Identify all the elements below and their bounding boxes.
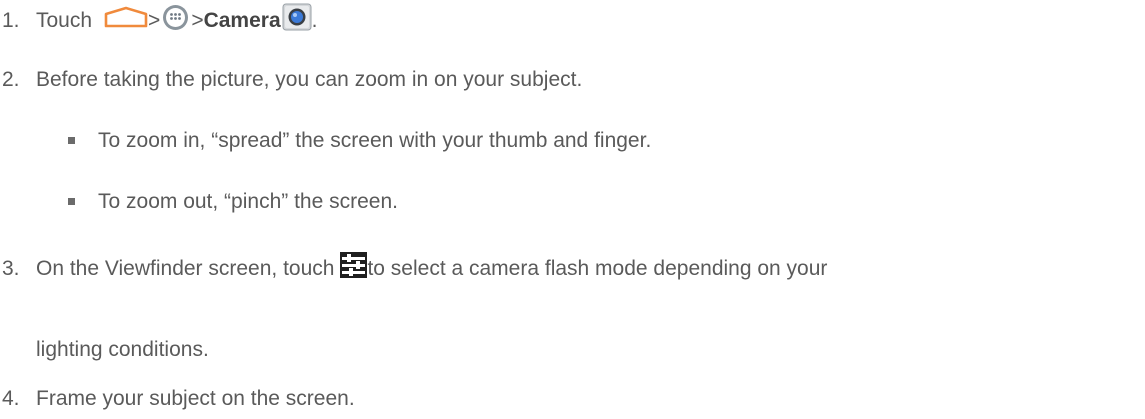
step-text: Frame your subject on the screen. bbox=[36, 387, 355, 410]
step-4: 4. Frame your subject on the screen. bbox=[0, 386, 355, 411]
step-number: 2. bbox=[2, 68, 20, 91]
bullet-item: To zoom out, “pinch” the screen. bbox=[68, 189, 398, 214]
camera-label: Camera bbox=[203, 8, 281, 32]
step-text: On the Viewfinder screen, touch bbox=[36, 256, 335, 280]
step-3-line-2: lighting conditions. bbox=[36, 338, 209, 361]
step-text: Before taking the picture, you can zoom … bbox=[36, 68, 583, 91]
camera-app-icon bbox=[282, 3, 312, 37]
bullet-marker bbox=[68, 198, 75, 205]
step-2: 2. Before taking the picture, you can zo… bbox=[0, 67, 582, 92]
separator: > bbox=[148, 8, 161, 32]
apps-icon bbox=[162, 4, 189, 37]
bullet-text: To zoom in, “spread” the screen with you… bbox=[98, 129, 652, 152]
step-number: 1. bbox=[2, 8, 20, 32]
home-icon bbox=[104, 6, 148, 34]
bullet-marker bbox=[68, 137, 75, 144]
separator: > bbox=[191, 8, 204, 32]
step-1: 1. Touch > > Camera . bbox=[0, 3, 317, 37]
step-number: 4. bbox=[2, 387, 20, 410]
bullet-item: To zoom in, “spread” the screen with you… bbox=[68, 128, 651, 153]
settings-sliders-icon bbox=[340, 252, 368, 284]
step-number: 3. bbox=[2, 256, 20, 280]
step-text: Touch bbox=[36, 8, 93, 32]
step-text-continued: to select a camera flash mode depending … bbox=[367, 256, 828, 280]
step-3: 3. On the Viewfinder screen, touch to se… bbox=[0, 252, 827, 284]
bullet-text: To zoom out, “pinch” the screen. bbox=[98, 190, 398, 213]
period: . bbox=[311, 8, 318, 32]
